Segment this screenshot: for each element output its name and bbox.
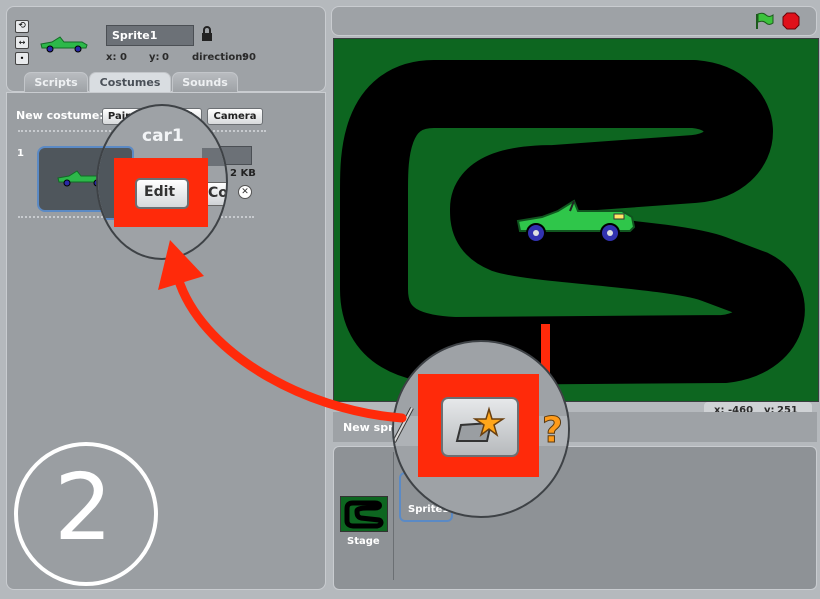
instruction-arrow: [158, 240, 407, 423]
